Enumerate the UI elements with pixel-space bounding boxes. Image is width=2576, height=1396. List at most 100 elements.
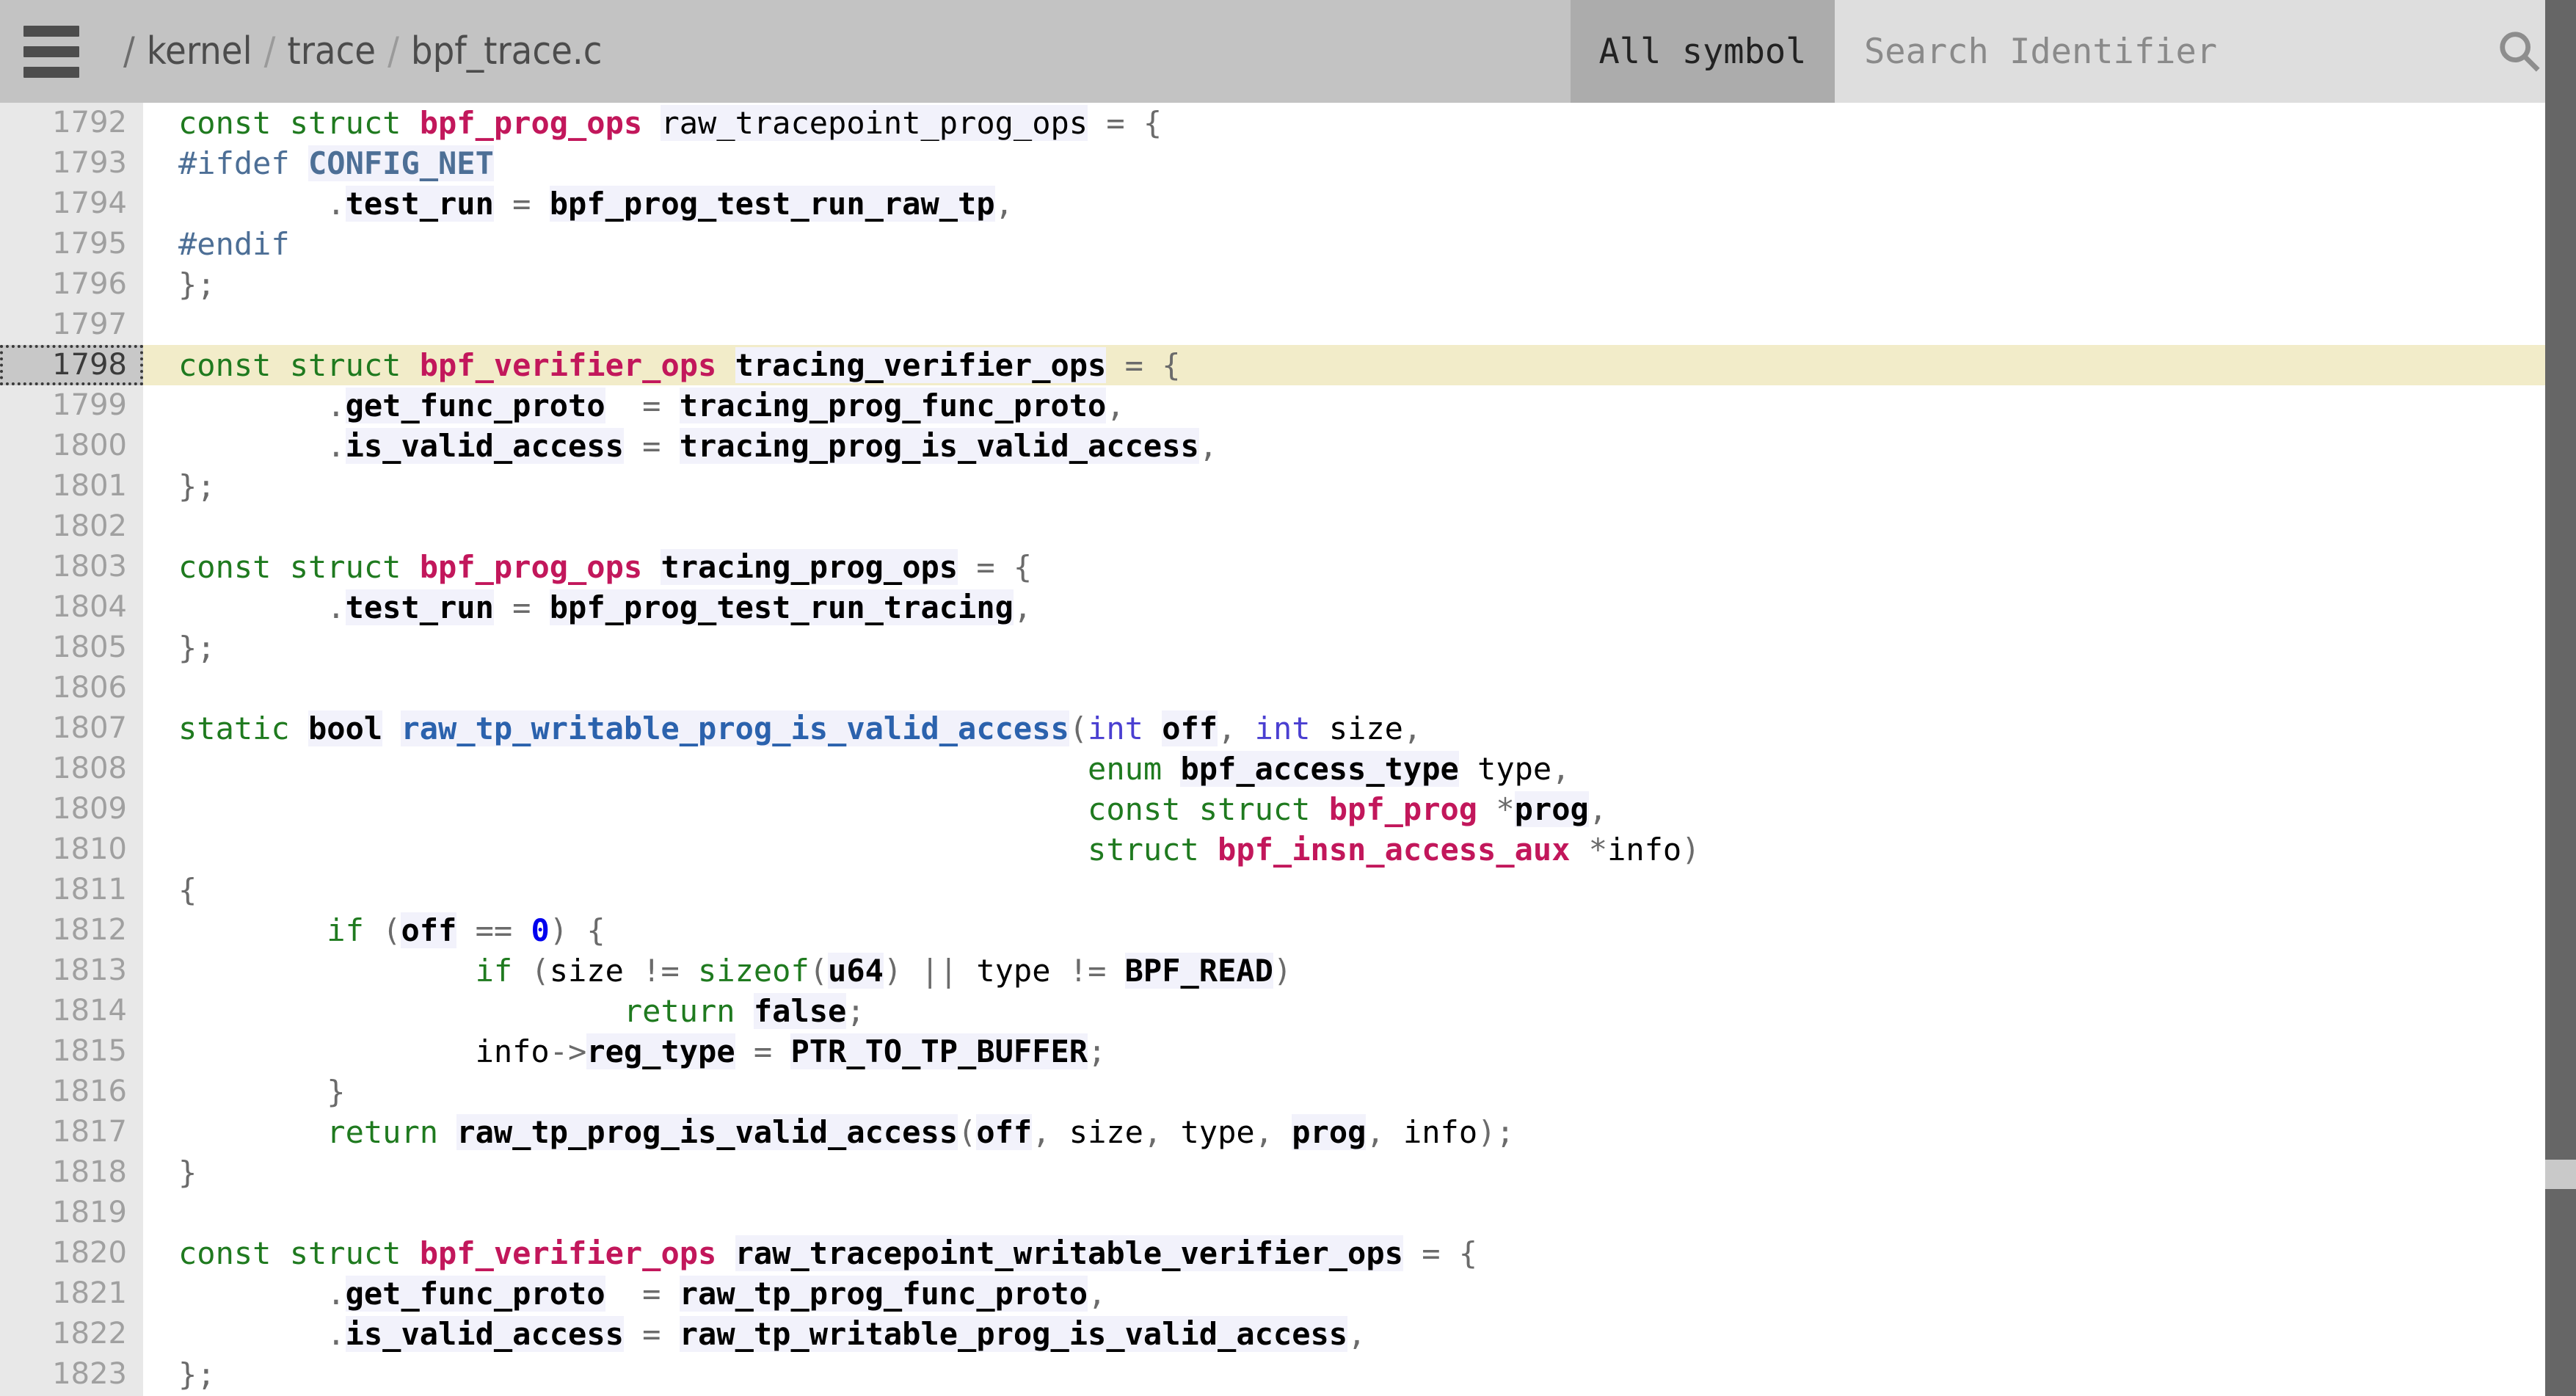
breadcrumb-item-trace[interactable]: trace — [287, 29, 376, 73]
line-number[interactable]: 1793 — [0, 143, 143, 183]
code-line[interactable]: 1807 static bool raw_tp_writable_prog_is_… — [0, 708, 2576, 749]
code-text[interactable]: return false; — [143, 991, 865, 1031]
code-line[interactable]: 1808 enum bpf_access_type type, — [0, 749, 2576, 789]
search-icon[interactable] — [2497, 29, 2542, 74]
line-number[interactable]: 1795 — [0, 224, 143, 264]
line-number[interactable]: 1797 — [0, 305, 143, 345]
code-line[interactable]: 1809 const struct bpf_prog *prog, — [0, 789, 2576, 829]
code-line[interactable]: 1792 const struct bpf_prog_ops raw_tracep… — [0, 103, 2576, 143]
code-text[interactable]: static bool raw_tp_writable_prog_is_vali… — [143, 708, 1422, 749]
line-number[interactable]: 1810 — [0, 829, 143, 870]
code-line[interactable]: 1816 } — [0, 1072, 2576, 1112]
line-number[interactable]: 1807 — [0, 708, 143, 749]
line-number[interactable]: 1822 — [0, 1314, 143, 1354]
symbol-scope-select[interactable]: All symbol — [1571, 0, 1835, 103]
line-number[interactable]: 1811 — [0, 870, 143, 910]
breadcrumb-item-kernel[interactable]: kernel — [147, 29, 252, 73]
code-text[interactable]: }; — [143, 628, 216, 668]
line-number[interactable]: 1804 — [0, 587, 143, 628]
line-number[interactable]: 1820 — [0, 1233, 143, 1273]
code-text[interactable]: }; — [143, 1354, 216, 1395]
code-text[interactable]: .get_func_proto = tracing_prog_func_prot… — [143, 385, 1125, 426]
code-line[interactable]: 1810 struct bpf_insn_access_aux *info) — [0, 829, 2576, 870]
line-number[interactable]: 1817 — [0, 1112, 143, 1152]
hamburger-icon[interactable] — [0, 0, 103, 103]
line-number[interactable]: 1809 — [0, 789, 143, 829]
line-number[interactable]: 1812 — [0, 910, 143, 950]
code-viewer[interactable]: 1792 const struct bpf_prog_ops raw_tracep… — [0, 103, 2576, 1396]
code-text[interactable]: .is_valid_access = raw_tp_writable_prog_… — [143, 1314, 1366, 1354]
code-line[interactable]: 1823}; — [0, 1354, 2576, 1395]
code-line[interactable]: 1795 #endif — [0, 224, 2576, 264]
code-line[interactable]: 1797 — [0, 305, 2576, 345]
code-line[interactable]: 1815 info->reg_type = PTR_TO_TP_BUFFER; — [0, 1031, 2576, 1072]
line-number[interactable]: 1803 — [0, 547, 143, 587]
line-number[interactable]: 1794 — [0, 183, 143, 224]
code-text[interactable]: .get_func_proto = raw_tp_prog_func_proto… — [143, 1273, 1106, 1314]
line-number[interactable]: 1816 — [0, 1072, 143, 1112]
code-line[interactable]: 1800 .is_valid_access = tracing_prog_is_… — [0, 426, 2576, 466]
line-number[interactable]: 1814 — [0, 991, 143, 1031]
code-line[interactable]: 1817 return raw_tp_prog_is_valid_access(… — [0, 1112, 2576, 1152]
code-text[interactable]: #endif — [143, 224, 290, 264]
code-text[interactable] — [143, 1193, 178, 1233]
code-line[interactable]: 1793 #ifdef CONFIG_NET — [0, 143, 2576, 183]
code-text[interactable]: enum bpf_access_type type, — [143, 749, 1571, 789]
code-line[interactable]: 1801}; — [0, 466, 2576, 506]
search-input[interactable] — [1835, 0, 2438, 103]
code-line[interactable]: 1799 .get_func_proto = tracing_prog_func… — [0, 385, 2576, 426]
line-number[interactable]: 1815 — [0, 1031, 143, 1072]
code-line[interactable]: 1813 if (size != sizeof(u64) || type != … — [0, 950, 2576, 991]
code-text[interactable] — [143, 506, 178, 547]
code-text[interactable]: return raw_tp_prog_is_valid_access(off, … — [143, 1112, 1515, 1152]
line-number[interactable]: 1801 — [0, 466, 143, 506]
code-line[interactable]: 1819 — [0, 1193, 2576, 1233]
code-line[interactable]: 1806 — [0, 668, 2576, 708]
code-line[interactable]: 1805}; — [0, 628, 2576, 668]
code-line[interactable]: 1811 { — [0, 870, 2576, 910]
code-line[interactable]: 1812 if (off == 0) { — [0, 910, 2576, 950]
code-text[interactable]: const struct bpf_verifier_ops raw_tracep… — [143, 1233, 1477, 1273]
code-text[interactable]: } — [143, 1072, 345, 1112]
line-number[interactable]: 1802 — [0, 506, 143, 547]
code-text[interactable]: }; — [143, 264, 216, 305]
code-line[interactable]: 1798 const struct bpf_verifier_ops tracin… — [0, 345, 2576, 385]
vertical-scrollbar-track[interactable] — [2545, 0, 2576, 1396]
line-number[interactable]: 1805 — [0, 628, 143, 668]
code-line[interactable]: 1818} — [0, 1152, 2576, 1193]
code-text[interactable]: const struct bpf_prog_ops tracing_prog_o… — [143, 547, 1032, 587]
line-number[interactable]: 1823 — [0, 1354, 143, 1395]
code-text[interactable]: .is_valid_access = tracing_prog_is_valid… — [143, 426, 1218, 466]
code-line[interactable]: 1796}; — [0, 264, 2576, 305]
breadcrumb-item-file[interactable]: bpf_trace.c — [411, 29, 603, 73]
line-number[interactable]: 1792 — [0, 103, 143, 143]
code-text[interactable]: const struct bpf_prog_ops raw_tracepoint… — [143, 103, 1162, 143]
code-text[interactable]: .test_run = bpf_prog_test_run_tracing, — [143, 587, 1032, 628]
code-line[interactable]: 1820 const struct bpf_verifier_ops raw_tr… — [0, 1233, 2576, 1273]
vertical-scrollbar-thumb[interactable] — [2545, 0, 2576, 1160]
code-text[interactable]: { — [143, 870, 197, 910]
code-line[interactable]: 1803 const struct bpf_prog_ops tracing_pr… — [0, 547, 2576, 587]
code-text[interactable]: if (size != sizeof(u64) || type != BPF_R… — [143, 950, 1292, 991]
line-number[interactable]: 1796 — [0, 264, 143, 305]
code-text[interactable]: #ifdef CONFIG_NET — [143, 143, 494, 183]
code-text[interactable]: info->reg_type = PTR_TO_TP_BUFFER; — [143, 1031, 1106, 1072]
code-line[interactable]: 1804 .test_run = bpf_prog_test_run_traci… — [0, 587, 2576, 628]
code-text[interactable]: const struct bpf_verifier_ops tracing_ve… — [143, 345, 1181, 385]
code-line[interactable]: 1821 .get_func_proto = raw_tp_prog_func_… — [0, 1273, 2576, 1314]
code-text[interactable]: if (off == 0) { — [143, 910, 605, 950]
code-line[interactable]: 1822 .is_valid_access = raw_tp_writable_… — [0, 1314, 2576, 1354]
code-text[interactable]: const struct bpf_prog *prog, — [143, 789, 1607, 829]
line-number[interactable]: 1818 — [0, 1152, 143, 1193]
line-number[interactable]: 1808 — [0, 749, 143, 789]
line-number[interactable]: 1800 — [0, 426, 143, 466]
line-number[interactable]: 1821 — [0, 1273, 143, 1314]
code-line[interactable]: 1802 — [0, 506, 2576, 547]
code-text[interactable] — [143, 305, 178, 345]
line-number[interactable]: 1806 — [0, 668, 143, 708]
line-number[interactable]: 1819 — [0, 1193, 143, 1233]
line-number[interactable]: 1799 — [0, 385, 143, 426]
code-line[interactable]: 1814 return false; — [0, 991, 2576, 1031]
code-line[interactable]: 1794 .test_run = bpf_prog_test_run_raw_t… — [0, 183, 2576, 224]
vertical-scrollbar-thumb-lower[interactable] — [2545, 1189, 2576, 1396]
